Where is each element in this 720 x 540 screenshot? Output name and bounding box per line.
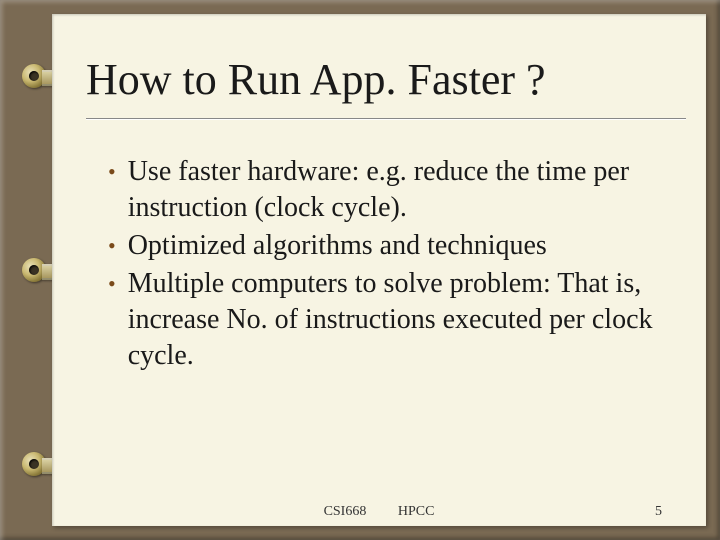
bullet-icon: • xyxy=(108,154,116,190)
binder-ring-icon xyxy=(22,452,46,476)
bullet-icon: • xyxy=(108,228,116,264)
slide-frame: How to Run App. Faster ? • Use faster ha… xyxy=(0,0,720,540)
page-number: 5 xyxy=(655,504,662,520)
binder-ring-icon xyxy=(22,258,46,282)
bullet-text: Use faster hardware: e.g. reduce the tim… xyxy=(128,154,656,226)
slide-content: • Use faster hardware: e.g. reduce the t… xyxy=(52,120,706,373)
bullet-text: Multiple computers to solve problem: Tha… xyxy=(128,266,656,373)
bullet-icon: • xyxy=(108,266,116,302)
slide-body: How to Run App. Faster ? • Use faster ha… xyxy=(52,14,706,526)
bullet-text: Optimized algorithms and techniques xyxy=(128,228,656,264)
slide-title: How to Run App. Faster ? xyxy=(52,14,706,112)
list-item: • Multiple computers to solve problem: T… xyxy=(108,266,656,373)
list-item: • Optimized algorithms and techniques xyxy=(108,228,656,264)
list-item: • Use faster hardware: e.g. reduce the t… xyxy=(108,154,656,226)
footer-course: CSI668 xyxy=(324,504,367,519)
binder-ring-icon xyxy=(22,64,46,88)
footer-topic: HPCC xyxy=(398,504,435,519)
